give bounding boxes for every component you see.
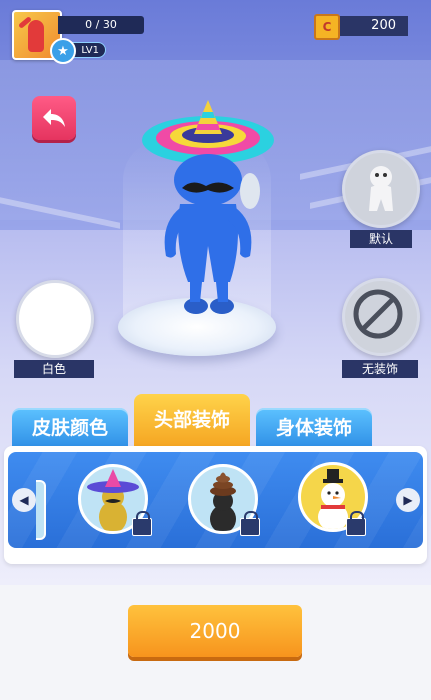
back-button[interactable] bbox=[32, 96, 76, 140]
lock-icon bbox=[132, 511, 152, 536]
chevron-right-icon[interactable]: ▶ bbox=[396, 488, 420, 512]
no-decoration-button[interactable] bbox=[342, 278, 420, 356]
default-figure-icon bbox=[369, 166, 393, 211]
tab-head-decoration[interactable]: 头部装饰 bbox=[134, 394, 250, 446]
white-label: 白色 bbox=[14, 360, 94, 378]
item-partial-offscreen bbox=[36, 480, 46, 540]
no-decoration-label: 无装饰 bbox=[342, 360, 418, 378]
star-icon: ★ bbox=[50, 38, 76, 64]
buy-button[interactable]: 2000 bbox=[128, 605, 302, 657]
back-arrow-icon bbox=[43, 109, 65, 127]
tab-body-decoration[interactable]: 身体装饰 bbox=[256, 408, 372, 448]
prohibit-icon bbox=[353, 289, 403, 339]
tab-skin-color[interactable]: 皮肤颜色 bbox=[12, 408, 128, 448]
chevron-left-icon[interactable]: ◀ bbox=[12, 488, 36, 512]
lock-icon bbox=[240, 511, 260, 536]
lock-icon bbox=[346, 511, 366, 536]
default-skin-button[interactable] bbox=[342, 150, 420, 228]
color-white-button[interactable] bbox=[16, 280, 94, 358]
character-blue-figure[interactable] bbox=[130, 96, 290, 326]
default-label: 默认 bbox=[350, 230, 412, 248]
coin-icon: C bbox=[314, 14, 340, 40]
xp-counter: 0 / 30 bbox=[58, 16, 144, 34]
